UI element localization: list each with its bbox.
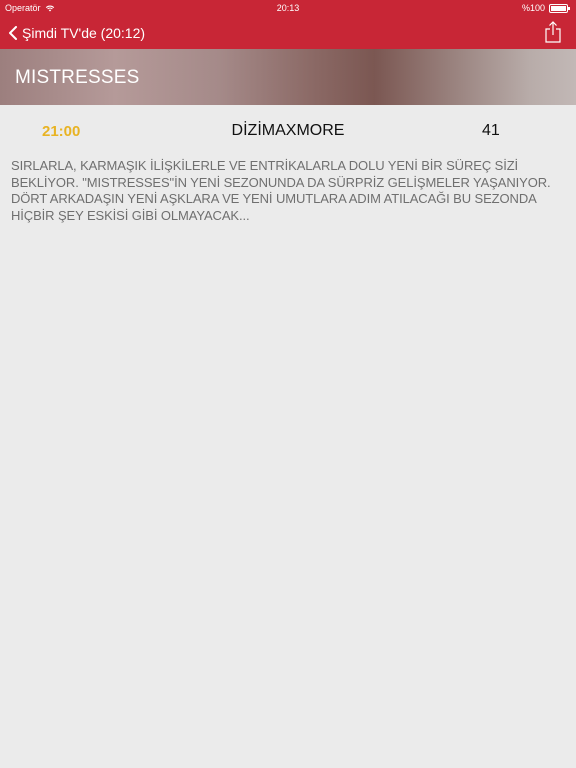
chevron-left-icon <box>9 25 17 40</box>
program-title: MISTRESSES <box>15 67 140 88</box>
battery-fill <box>551 5 566 11</box>
share-icon[interactable] <box>544 21 562 43</box>
back-button-label: Şimdi TV'de (20:12) <box>22 24 146 41</box>
program-banner: MISTRESSES <box>0 49 576 105</box>
battery-icon <box>549 3 570 13</box>
channel-number: 41 <box>482 122 500 139</box>
program-description: SIRLARLA, KARMAŞIK İLİŞKİLERLE VE ENTRİK… <box>11 158 551 223</box>
status-bar: Operatör 20:13 %100 <box>0 0 576 16</box>
navigation-bar: Şimdi TV'de (20:12) <box>0 16 576 49</box>
program-info-row: 21:00 DİZİMAXMORE 41 <box>0 121 576 143</box>
battery-label: %100 <box>521 3 545 13</box>
battery-indicator: %100 <box>521 3 570 13</box>
status-time: 20:13 <box>276 3 300 13</box>
back-button[interactable]: Şimdi TV'de (20:12) <box>8 16 145 49</box>
